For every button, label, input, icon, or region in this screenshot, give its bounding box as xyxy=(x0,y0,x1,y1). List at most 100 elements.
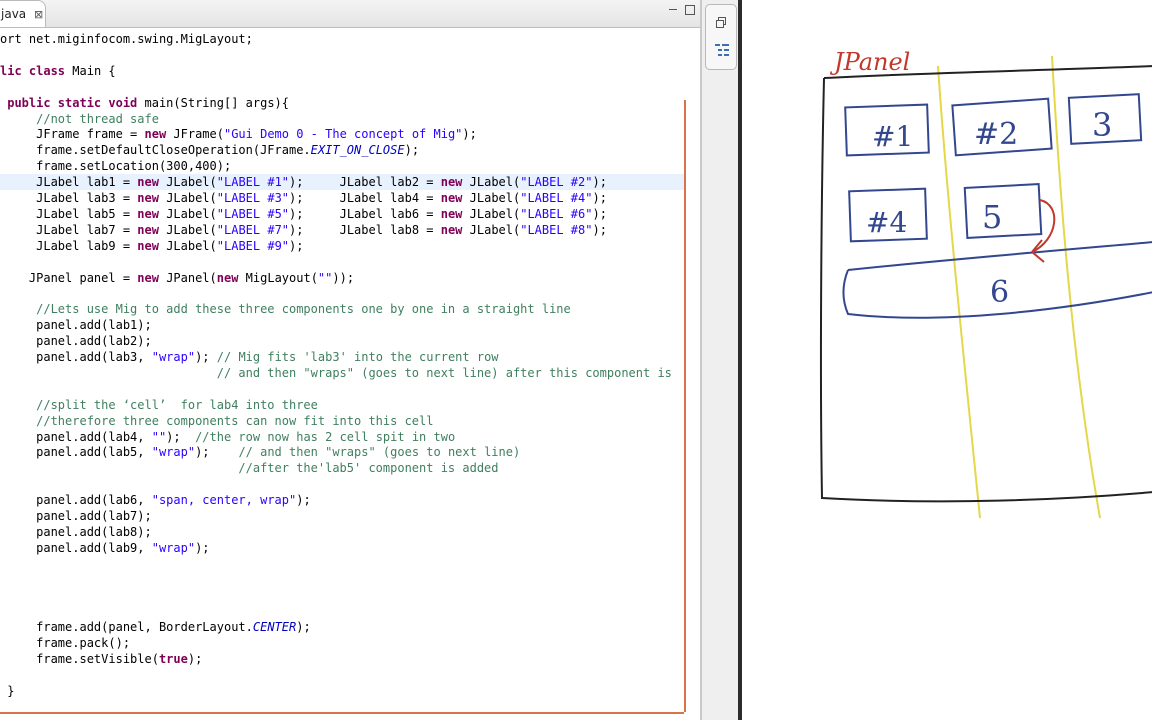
code-token: JLabel( xyxy=(166,238,217,253)
code-token: ); JLabel lab4 = xyxy=(289,191,441,205)
code-text-area[interactable]: ort net.miginfocom.swing.MigLayout; lic c… xyxy=(0,29,684,709)
code-line[interactable]: //Lets use Mig to add these three compon… xyxy=(0,301,571,317)
code-token: "wrap" xyxy=(151,445,196,460)
code-line[interactable]: panel.add(lab6, "span, center, wrap"); xyxy=(0,492,311,508)
code-line[interactable]: frame.pack(); xyxy=(0,635,130,651)
minimized-view-stack xyxy=(705,4,737,70)
code-editor-pane[interactable]: java ⊠ ort net.miginfocom.swing.MigLayou… xyxy=(0,0,702,720)
code-line[interactable]: //split the ‘cell’ for lab4 into three xyxy=(0,397,318,413)
code-token: ); JLabel lab8 = xyxy=(289,222,441,237)
code-token: ); xyxy=(592,191,607,205)
code-line[interactable]: JLabel lab7 = new JLabel("LABEL #7"); JL… xyxy=(0,222,607,238)
code-line[interactable]: JLabel lab3 = new JLabel("LABEL #3"); JL… xyxy=(0,190,607,206)
code-token: "wrap" xyxy=(151,540,196,555)
code-token: panel.add(lab1); xyxy=(0,318,152,333)
code-token: true xyxy=(158,652,188,667)
code-token: new xyxy=(137,175,167,190)
code-token: ); xyxy=(296,493,311,508)
code-token: ); xyxy=(592,175,607,190)
code-token: panel.add(lab4, xyxy=(0,429,152,444)
code-token: frame.pack(); xyxy=(0,636,131,651)
code-line[interactable]: lic class Main { xyxy=(0,63,116,79)
code-token: ); xyxy=(404,143,420,158)
code-token: JLabel( xyxy=(166,175,217,190)
code-line[interactable]: //therefore three components can now fit… xyxy=(0,413,433,429)
code-token: "Gui Demo 0 - The concept of Mig" xyxy=(223,127,463,142)
code-line[interactable]: panel.add(lab9, "wrap"); xyxy=(0,540,210,556)
code-token: JLabel lab7 = xyxy=(0,222,138,237)
cell-label-2: #2 xyxy=(974,117,1018,152)
code-token: "LABEL #5" xyxy=(216,206,290,221)
maximize-button[interactable] xyxy=(685,5,695,15)
code-line[interactable]: JPanel panel = new JPanel(new MigLayout(… xyxy=(0,270,354,286)
code-line[interactable]: panel.add(lab7); xyxy=(0,508,152,524)
code-token: JLabel( xyxy=(166,191,217,205)
code-token: public static void xyxy=(0,95,145,110)
code-line[interactable]: panel.add(lab3, "wrap"); // Mig fits 'la… xyxy=(0,349,499,365)
code-line[interactable]: panel.add(lab5, "wrap"); // and then "wr… xyxy=(0,444,520,460)
code-token: JLabel lab9 = xyxy=(0,238,138,253)
code-line[interactable]: public static void main(String[] args){ xyxy=(0,95,289,111)
code-token: ); xyxy=(289,238,304,253)
code-token: new xyxy=(440,175,470,190)
code-token: panel.add(lab5, xyxy=(0,445,152,460)
code-token: MigLayout( xyxy=(245,270,318,285)
code-token: panel.add(lab2); xyxy=(0,334,152,349)
jpanel-title: JPanel xyxy=(829,48,910,76)
code-token: panel.add(lab3, xyxy=(0,350,152,364)
cell-label-1: #1 xyxy=(872,120,913,153)
code-line[interactable]: panel.add(lab8); xyxy=(0,524,152,540)
code-line[interactable]: frame.setVisible(true); xyxy=(0,651,202,667)
code-line[interactable]: // and then "wraps" (goes to next line) … xyxy=(0,365,672,381)
code-line[interactable]: frame.setLocation(300,400); xyxy=(0,158,231,174)
code-token: panel.add(lab8); xyxy=(0,524,152,539)
code-token: new xyxy=(137,238,167,253)
close-icon[interactable]: ⊠ xyxy=(34,1,43,28)
code-token: // Mig fits 'lab3' into the current row xyxy=(216,350,499,364)
code-token: } xyxy=(0,683,15,698)
code-token: JFrame( xyxy=(173,127,224,142)
code-token: frame.add(panel, BorderLayout. xyxy=(0,620,253,635)
code-token: new xyxy=(440,222,470,237)
code-token: //after the'lab5' component is added xyxy=(0,461,499,476)
outline-view-icon[interactable] xyxy=(715,43,729,57)
code-line[interactable]: //after the'lab5' component is added xyxy=(0,460,499,476)
code-token: JLabel lab3 = xyxy=(0,191,138,205)
code-line[interactable]: JLabel lab9 = new JLabel("LABEL #9"); xyxy=(0,238,303,254)
code-token: //the row now has 2 cell spit in two xyxy=(195,429,456,444)
code-line[interactable]: panel.add(lab2); xyxy=(0,333,152,349)
code-line[interactable]: } xyxy=(0,683,14,699)
code-token: ); xyxy=(166,429,196,444)
code-token: "" xyxy=(151,429,167,444)
code-line[interactable]: panel.add(lab1); xyxy=(0,317,152,333)
minimize-button[interactable] xyxy=(668,4,678,14)
restore-icon[interactable] xyxy=(716,17,726,28)
code-line[interactable]: frame.setDefaultCloseOperation(JFrame.EX… xyxy=(0,142,419,158)
code-token: ); xyxy=(296,620,311,635)
code-token: ); xyxy=(195,540,210,555)
code-line[interactable]: ort net.miginfocom.swing.MigLayout; xyxy=(0,31,253,47)
code-token: "LABEL #6" xyxy=(520,206,593,221)
code-line[interactable]: frame.add(panel, BorderLayout.CENTER); xyxy=(0,619,311,635)
editor-tab[interactable]: java ⊠ xyxy=(0,0,46,27)
code-token: ); xyxy=(195,350,217,364)
code-line[interactable]: JFrame frame = new JFrame("Gui Demo 0 - … xyxy=(0,126,477,142)
cell-box-5 xyxy=(963,183,1043,239)
editor-tab-label: java xyxy=(1,7,27,21)
code-token: new xyxy=(144,127,174,142)
code-token: //split the ‘cell’ for lab4 into three xyxy=(0,397,318,412)
code-token: JLabel( xyxy=(166,222,217,237)
code-line[interactable]: JLabel lab5 = new JLabel("LABEL #5"); JL… xyxy=(0,206,607,222)
cell-label-3: 3 xyxy=(1092,106,1112,144)
code-token: JFrame frame = xyxy=(0,127,145,142)
code-token: "wrap" xyxy=(151,350,196,364)
code-token: "LABEL #8" xyxy=(520,222,593,237)
code-token: Main { xyxy=(72,63,116,78)
code-line[interactable]: JLabel lab1 = new JLabel("LABEL #1"); JL… xyxy=(0,174,684,191)
code-line[interactable]: panel.add(lab4, ""); //the row now has 2… xyxy=(0,429,455,445)
code-token: new xyxy=(137,206,167,221)
cell-label-5: 5 xyxy=(982,198,1002,236)
code-line[interactable]: //not thread safe xyxy=(0,111,159,127)
code-token: main(String[] args){ xyxy=(144,95,290,110)
code-token: )); xyxy=(332,270,355,285)
